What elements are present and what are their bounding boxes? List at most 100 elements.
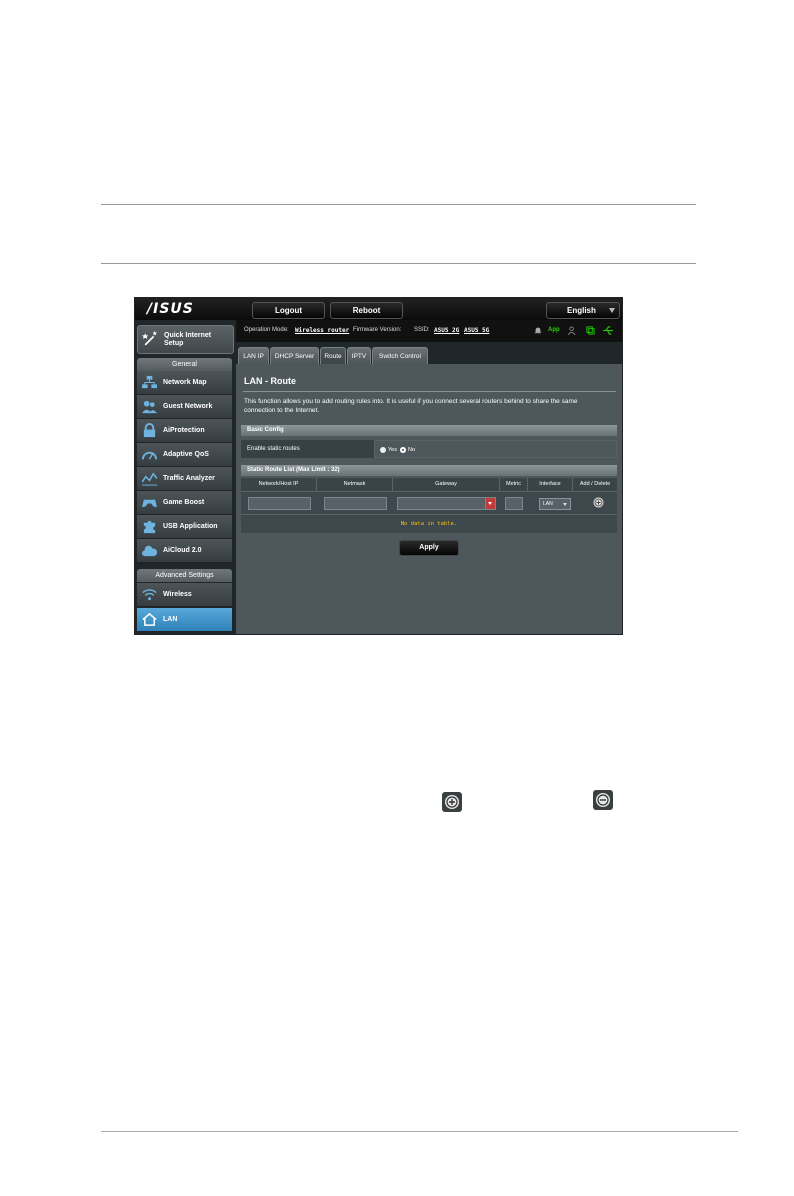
column-interface: Interface xyxy=(528,478,573,491)
sidebar-item-network-map[interactable]: Network Map xyxy=(137,371,232,395)
chevron-down-icon xyxy=(609,308,615,313)
app-link[interactable]: App xyxy=(548,327,560,333)
column-gateway: Gateway xyxy=(393,478,500,491)
route-table-header: Network/Host IP Netmask Gateway Metric I… xyxy=(241,478,617,491)
netmask-input[interactable] xyxy=(324,497,387,510)
basic-config-header: Basic Config xyxy=(241,425,617,436)
enable-static-routes-label: Enable static routes xyxy=(241,440,374,458)
language-value: English xyxy=(567,306,596,315)
page-description: This function allows you to add routing … xyxy=(244,398,578,414)
asus-logo: /ISUS xyxy=(147,301,194,317)
column-netmask: Netmask xyxy=(317,478,393,491)
lock-icon xyxy=(143,423,156,438)
ssid-5g-link[interactable]: ASUS_5G xyxy=(464,327,489,334)
sidebar-item-label: USB Application xyxy=(163,523,218,530)
sidebar-item-label: Guest Network xyxy=(163,403,213,410)
tab-lan-ip[interactable]: LAN IP xyxy=(238,347,269,365)
internet-status-icon[interactable] xyxy=(586,326,595,335)
magic-wand-icon xyxy=(142,331,157,346)
cloud-icon xyxy=(142,545,157,557)
metric-input[interactable] xyxy=(505,497,523,510)
gauge-icon xyxy=(142,451,157,460)
column-network-host-ip: Network/Host IP xyxy=(241,478,317,491)
route-input-row: LAN xyxy=(241,491,617,515)
ssid-2g-value: ASUS_2G xyxy=(434,327,460,334)
notification-bell-icon[interactable] xyxy=(534,326,542,334)
firmware-version-label: Firmware Version: xyxy=(353,327,402,333)
column-metric: Metric xyxy=(500,478,528,491)
logout-button[interactable]: Logout xyxy=(252,302,325,319)
ssid-label: SSID: xyxy=(414,327,430,333)
sidebar-item-label: LAN xyxy=(163,616,178,623)
header-rule-top xyxy=(101,204,696,205)
sidebar-item-usb-application[interactable]: USB Application xyxy=(137,515,232,539)
sidebar-item-guest-network[interactable]: Guest Network xyxy=(137,395,232,419)
operation-mode-label: Operation Mode: xyxy=(244,327,289,333)
operation-mode-value: Wireless router xyxy=(295,327,350,334)
network-map-icon xyxy=(142,375,157,389)
radio-yes[interactable] xyxy=(380,447,386,453)
traffic-chart-icon xyxy=(142,472,157,486)
radio-yes-label: Yes xyxy=(388,447,397,453)
sidebar-item-traffic-analyzer[interactable]: Traffic Analyzer xyxy=(137,467,232,491)
tab-switch-control[interactable]: Switch Control xyxy=(372,347,428,365)
tab-bar: LAN IP DHCP Server Route IPTV Switch Con… xyxy=(236,342,622,365)
radio-no[interactable] xyxy=(400,447,406,453)
chevron-down-icon xyxy=(488,502,492,505)
column-add-delete: Add / Delete xyxy=(579,481,611,487)
sidebar-item-aicloud[interactable]: AiCloud 2.0 xyxy=(137,539,232,563)
gateway-input[interactable] xyxy=(397,497,487,510)
top-bar: /ISUS Logout Reboot English xyxy=(135,298,622,320)
enable-static-routes-control: Yes No xyxy=(374,440,617,458)
main-content: LAN - Route This function allows you to … xyxy=(236,364,622,634)
no-data-message: No data in table. xyxy=(241,514,617,533)
gamepad-icon xyxy=(142,499,157,508)
sidebar-item-game-boost[interactable]: Game Boost xyxy=(137,491,232,515)
guest-network-icon xyxy=(142,400,157,414)
sidebar-item-aiprotection[interactable]: AiProtection xyxy=(137,419,232,443)
footer-rule xyxy=(101,1131,738,1132)
add-circle-icon xyxy=(442,792,462,812)
add-route-button[interactable] xyxy=(593,497,604,508)
status-bar: Operation Mode: Wireless router Firmware… xyxy=(236,320,622,342)
sidebar-item-lan[interactable]: LAN xyxy=(137,608,232,632)
quick-internet-setup-button[interactable]: Quick Internet Setup xyxy=(137,325,234,354)
general-group-header: General xyxy=(137,358,232,371)
operation-mode-link[interactable]: Wireless router xyxy=(295,327,349,334)
interface-select[interactable]: LAN xyxy=(539,498,571,510)
sidebar-item-adaptive-qos[interactable]: Adaptive QoS xyxy=(137,443,232,467)
usb-icon[interactable] xyxy=(603,326,614,335)
ssid-2g-link[interactable]: ASUS_2G xyxy=(434,327,459,334)
network-host-ip-input[interactable] xyxy=(248,497,311,510)
chevron-down-icon xyxy=(563,503,567,506)
sidebar-item-label: Adaptive QoS xyxy=(163,451,209,458)
title-divider xyxy=(243,391,616,392)
tab-dhcp-server[interactable]: DHCP Server xyxy=(270,347,319,365)
advanced-settings-group-header: Advanced Settings xyxy=(137,569,232,582)
puzzle-icon xyxy=(143,520,156,534)
sidebar-item-label: Game Boost xyxy=(163,499,205,506)
sidebar: Quick Internet Setup General Network Map… xyxy=(135,320,236,634)
page-title: LAN - Route xyxy=(244,376,296,386)
sidebar-item-label: AiProtection xyxy=(163,427,205,434)
sidebar-item-label: Traffic Analyzer xyxy=(163,475,215,482)
tab-route[interactable]: Route xyxy=(320,347,346,365)
language-select[interactable]: English xyxy=(546,302,620,319)
sidebar-item-wireless[interactable]: Wireless xyxy=(137,583,232,607)
router-screenshot: /ISUS Logout Reboot English Quick Intern… xyxy=(134,297,623,635)
sidebar-item-label: Network Map xyxy=(163,379,207,386)
static-route-list-header: Static Route List (Max Limit : 32) xyxy=(241,465,617,476)
radio-no-label: No xyxy=(408,447,416,453)
quick-internet-setup-label: Quick Internet Setup xyxy=(164,332,212,347)
wifi-icon xyxy=(142,589,157,601)
gateway-dropdown-button[interactable] xyxy=(485,497,496,510)
remove-circle-icon xyxy=(593,790,613,810)
sidebar-item-label: Wireless xyxy=(163,591,192,598)
tab-iptv[interactable]: IPTV xyxy=(347,347,371,365)
apply-button[interactable]: Apply xyxy=(399,540,459,556)
sidebar-item-label: AiCloud 2.0 xyxy=(163,547,202,554)
ssid-5g-value: ASUS_5G xyxy=(464,327,490,334)
reboot-button[interactable]: Reboot xyxy=(330,302,403,319)
interface-value: LAN xyxy=(543,501,553,507)
users-icon[interactable] xyxy=(568,326,577,335)
